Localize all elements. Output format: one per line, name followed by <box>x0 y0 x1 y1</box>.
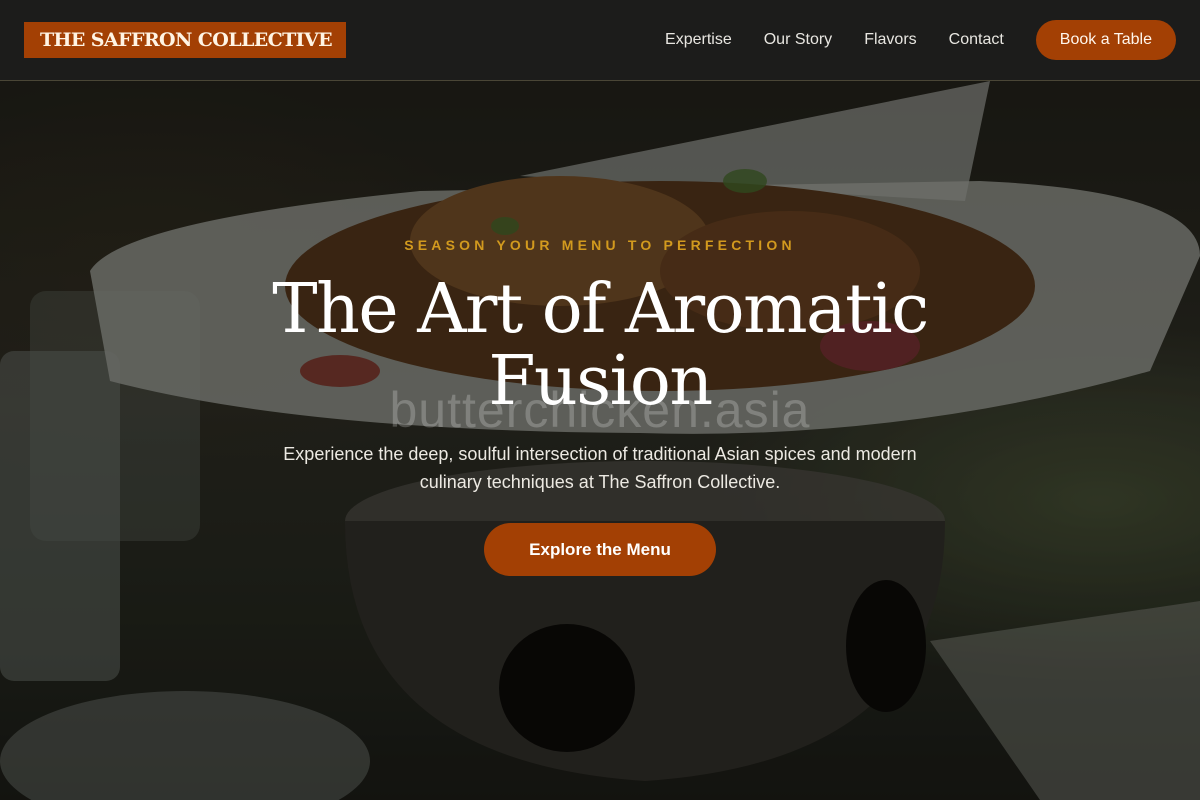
brand-logo-text: THE SAFFRON COLLECTIVE <box>40 28 333 51</box>
book-table-button[interactable]: Book a Table <box>1035 20 1176 60</box>
hero-section: SEASON YOUR MENU TO PERFECTION The Art o… <box>0 81 1200 800</box>
hero-eyebrow: SEASON YOUR MENU TO PERFECTION <box>404 237 796 253</box>
hero-description: Experience the deep, soulful intersectio… <box>283 444 917 492</box>
hero-content: SEASON YOUR MENU TO PERFECTION The Art o… <box>0 81 1200 800</box>
explore-menu-button[interactable]: Explore the Menu <box>484 523 716 576</box>
nav-link-our-story[interactable]: Our Story <box>764 31 832 49</box>
nav-link-contact[interactable]: Contact <box>949 31 1004 49</box>
nav-link-flavors[interactable]: Flavors <box>864 31 916 49</box>
nav-link-expertise[interactable]: Expertise <box>665 31 732 49</box>
main-nav: Expertise Our Story Flavors Contact Book… <box>665 20 1176 60</box>
top-navbar: THE SAFFRON COLLECTIVE Expertise Our Sto… <box>0 0 1200 81</box>
brand-logo[interactable]: THE SAFFRON COLLECTIVE <box>24 22 346 58</box>
image-watermark: butterchicken.asia <box>389 382 811 438</box>
